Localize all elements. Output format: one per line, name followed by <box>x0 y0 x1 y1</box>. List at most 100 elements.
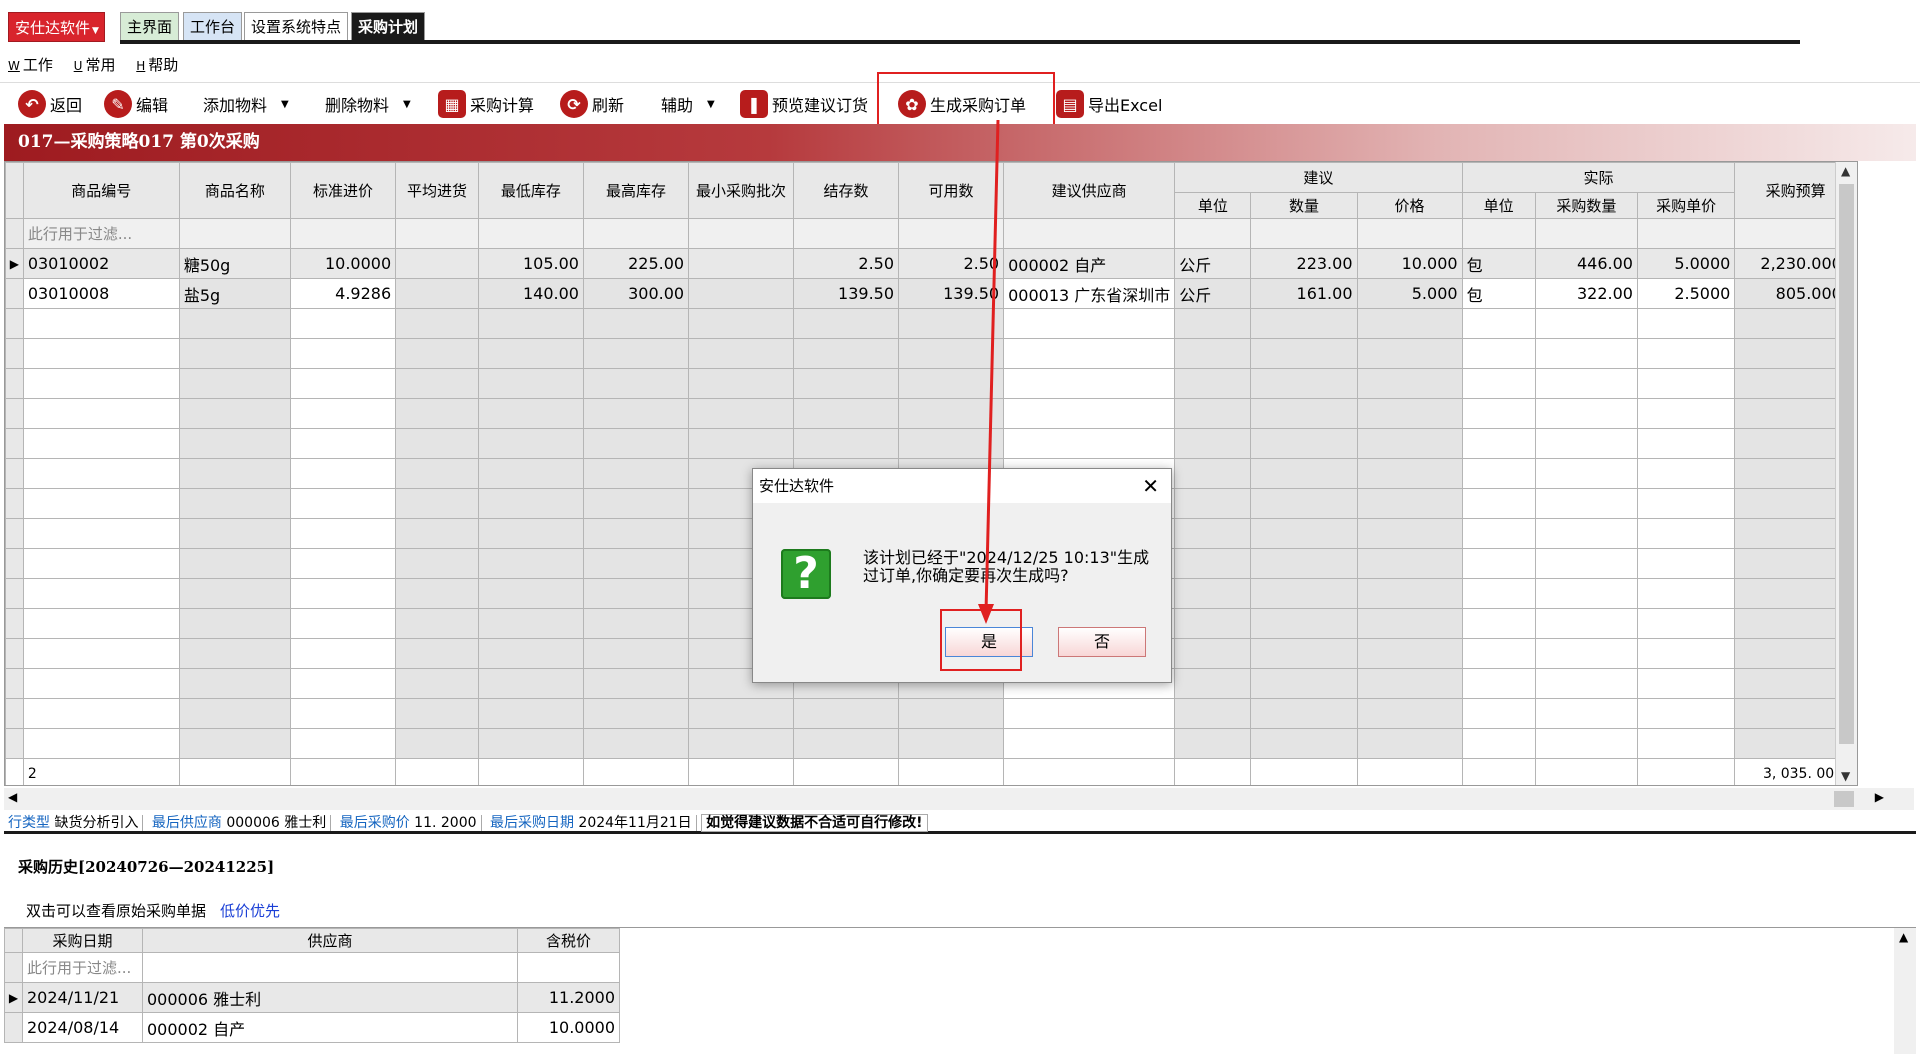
filter-cell[interactable] <box>289 218 397 249</box>
filter-cell[interactable]: 此行用于过滤... <box>22 952 143 983</box>
col-header-min-stock[interactable]: 最低库存 <box>477 162 584 219</box>
filter-cell[interactable] <box>792 218 900 249</box>
col-header-stock[interactable]: 结存数 <box>792 162 900 219</box>
filter-row[interactable]: 此行用于过滤... <box>5 218 1857 249</box>
cell-min-stock[interactable]: 105.00 <box>477 248 584 279</box>
chevron-down-icon[interactable]: ▼ <box>1841 769 1850 783</box>
cell-supplier[interactable]: 000002 自产 <box>142 1012 518 1043</box>
col-header-max-stock[interactable]: 最高库存 <box>582 162 690 219</box>
purchase-calc-button[interactable]: ▦ 采购计算 <box>438 89 534 119</box>
col-header-actual-unit[interactable]: 单位 <box>1461 192 1536 219</box>
cell-supplier[interactable]: 000013 广东省深圳市 <box>1003 278 1176 309</box>
filter-cell[interactable]: 此行用于过滤... <box>22 218 180 249</box>
table-row[interactable]: ▶ 2024/11/21 000006 雅士利 11.2000 <box>4 982 620 1013</box>
cell-avg-price[interactable] <box>395 248 479 279</box>
close-icon[interactable]: ✕ <box>1142 469 1159 503</box>
table-row[interactable]: 2024/08/14 000002 自产 10.0000 <box>4 1012 620 1043</box>
col-header-suggest-price[interactable]: 价格 <box>1356 192 1463 219</box>
menu-help[interactable]: H 帮助 <box>136 56 178 74</box>
cell-suggest-qty[interactable]: 223.00 <box>1250 248 1358 279</box>
col-header-name[interactable]: 商品名称 <box>178 162 291 219</box>
filter-cell[interactable] <box>477 218 584 249</box>
back-button[interactable]: ↶ 返回 <box>18 89 82 119</box>
col-header-supplier[interactable]: 建议供应商 <box>1003 162 1176 219</box>
scroll-thumb[interactable] <box>1834 791 1854 807</box>
chevron-right-icon[interactable]: ▶ <box>1875 790 1884 804</box>
cell-stock[interactable]: 2.50 <box>792 248 900 279</box>
chevron-up-icon[interactable]: ▲ <box>1899 930 1908 944</box>
cell-code[interactable]: 03010008 <box>22 278 180 309</box>
filter-cell[interactable] <box>1174 218 1252 249</box>
cell-min-stock[interactable]: 140.00 <box>477 278 584 309</box>
assist-button[interactable]: 辅助 ▼ <box>661 89 715 119</box>
cell-code[interactable]: 03010002 <box>22 248 180 279</box>
cell-min-batch[interactable] <box>688 248 794 279</box>
cell-avg-price[interactable] <box>395 278 479 309</box>
tab-home[interactable]: 主界面 <box>120 12 180 42</box>
cell-supplier[interactable]: 000006 雅士利 <box>142 982 518 1013</box>
tab-settings[interactable]: 设置系统特点 <box>244 12 349 42</box>
cell-price[interactable]: 10.0000 <box>517 1012 620 1043</box>
table-row[interactable]: 03010008 盐5g 4.9286 140.00 300.00 139.50… <box>5 278 1857 309</box>
col-header-min-batch[interactable]: 最小采购批次 <box>688 162 794 219</box>
menu-common[interactable]: U 常用 <box>74 56 116 74</box>
col-header-actual-qty[interactable]: 采购数量 <box>1534 192 1638 219</box>
filter-cell[interactable] <box>395 218 479 249</box>
cell-suggest-qty[interactable]: 161.00 <box>1250 278 1358 309</box>
scroll-thumb[interactable] <box>1839 184 1854 744</box>
export-excel-button[interactable]: ▤ 导出Excel <box>1056 89 1162 119</box>
cell-actual-qty[interactable]: 322.00 <box>1534 278 1638 309</box>
filter-cell[interactable] <box>898 218 1005 249</box>
filter-cell[interactable] <box>688 218 794 249</box>
col-header-std-price[interactable]: 标准进价 <box>289 162 397 219</box>
col-header-date[interactable]: 采购日期 <box>22 928 143 953</box>
cell-suggest-price[interactable]: 10.000 <box>1356 248 1463 279</box>
col-header-avg-price[interactable]: 平均进货 <box>395 162 479 219</box>
filter-cell[interactable] <box>582 218 690 249</box>
col-header-supplier[interactable]: 供应商 <box>142 928 518 953</box>
chevron-left-icon[interactable]: ◀ <box>8 790 17 804</box>
cell-price[interactable]: 11.2000 <box>517 982 620 1013</box>
filter-cell[interactable] <box>1461 218 1536 249</box>
menu-work[interactable]: W 工作 <box>8 56 53 74</box>
cell-max-stock[interactable]: 225.00 <box>582 248 690 279</box>
cell-actual-qty[interactable]: 446.00 <box>1534 248 1638 279</box>
brand-menu-button[interactable]: 安仕达软件 ▼ <box>8 12 105 42</box>
col-header-suggest-unit[interactable]: 单位 <box>1174 192 1252 219</box>
col-header-actual-price[interactable]: 采购单价 <box>1636 192 1736 219</box>
cell-date[interactable]: 2024/08/14 <box>22 1012 143 1043</box>
col-header-suggest-qty[interactable]: 数量 <box>1250 192 1358 219</box>
preview-suggest-button[interactable]: ❚ 预览建议订货 <box>740 89 868 119</box>
filter-cell[interactable] <box>1356 218 1463 249</box>
filter-cell[interactable] <box>178 218 291 249</box>
edit-button[interactable]: ✎ 编辑 <box>104 89 168 119</box>
cell-available[interactable]: 139.50 <box>898 278 1005 309</box>
refresh-button[interactable]: ⟳ 刷新 <box>560 89 624 119</box>
cell-name[interactable]: 盐5g <box>178 278 291 309</box>
tab-workbench[interactable]: 工作台 <box>183 12 243 42</box>
tab-purchase-plan[interactable]: 采购计划 <box>351 12 426 42</box>
cell-suggest-unit[interactable]: 公斤 <box>1174 278 1252 309</box>
low-price-first-link[interactable]: 低价优先 <box>220 902 280 920</box>
cell-supplier[interactable]: 000002 自产 <box>1003 248 1176 279</box>
cell-std-price[interactable]: 4.9286 <box>289 278 397 309</box>
chevron-up-icon[interactable]: ▲ <box>1841 164 1850 178</box>
grid-vertical-scrollbar[interactable]: ▲ ▼ <box>1835 162 1857 785</box>
table-row[interactable]: ▶ 03010002 糖50g 10.0000 105.00 225.00 2.… <box>5 248 1857 279</box>
cell-actual-price[interactable]: 5.0000 <box>1636 248 1736 279</box>
filter-cell[interactable] <box>142 952 518 983</box>
cell-std-price[interactable]: 10.0000 <box>289 248 397 279</box>
cell-available[interactable]: 2.50 <box>898 248 1005 279</box>
grid-horizontal-scrollbar[interactable]: ◀ ▶ <box>4 788 1914 810</box>
cell-actual-unit[interactable]: 包 <box>1461 248 1536 279</box>
cell-suggest-price[interactable]: 5.000 <box>1356 278 1463 309</box>
filter-cell[interactable] <box>1003 218 1176 249</box>
cell-name[interactable]: 糖50g <box>178 248 291 279</box>
filter-cell[interactable] <box>1250 218 1358 249</box>
cell-actual-price[interactable]: 2.5000 <box>1636 278 1736 309</box>
cell-suggest-unit[interactable]: 公斤 <box>1174 248 1252 279</box>
col-header-code[interactable]: 商品编号 <box>22 162 180 219</box>
no-button[interactable]: 否 <box>1058 627 1146 657</box>
cell-date[interactable]: 2024/11/21 <box>22 982 143 1013</box>
cell-min-batch[interactable] <box>688 278 794 309</box>
